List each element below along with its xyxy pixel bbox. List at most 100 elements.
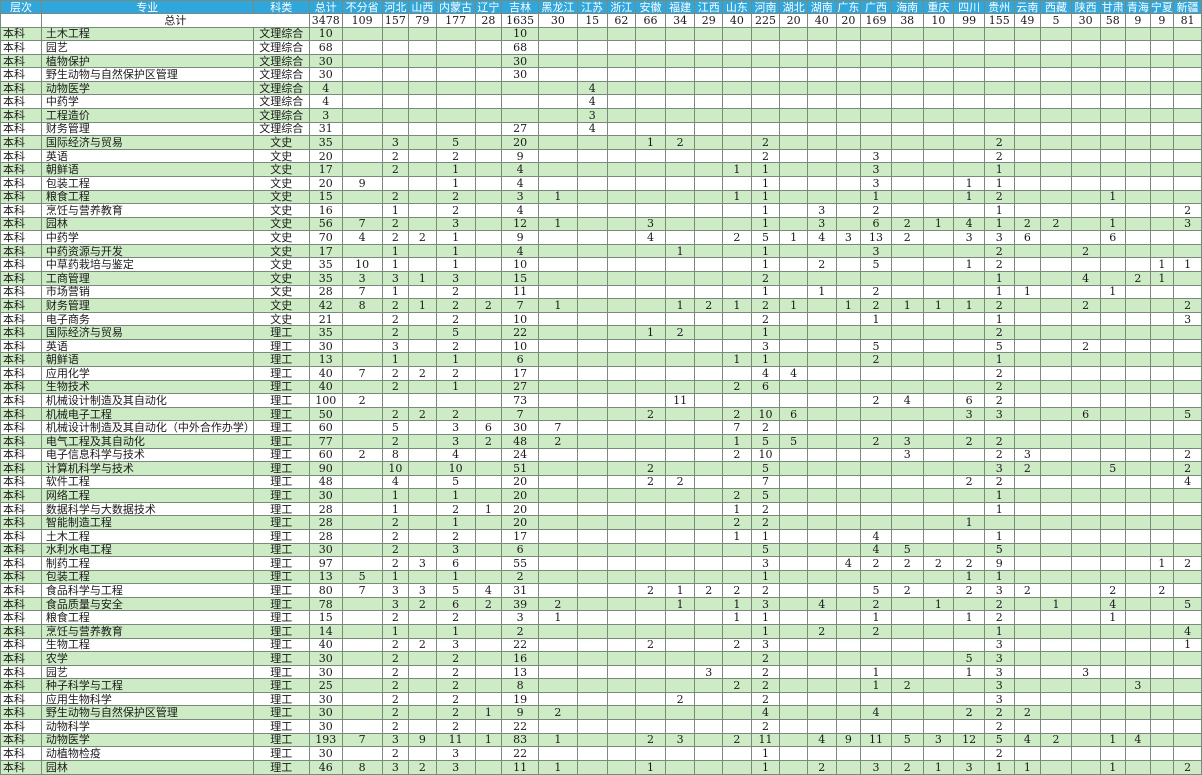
quota-cell: 15 — [308, 189, 343, 205]
category-cell: 文史 — [252, 230, 310, 245]
quota-cell — [860, 108, 892, 123]
quota-cell: 2 — [750, 311, 781, 327]
quota-cell: 6 — [501, 542, 539, 558]
quota-cell — [1013, 40, 1042, 55]
level-cell: 本科 — [0, 433, 42, 449]
quota-cell — [835, 542, 862, 558]
quota-cell — [890, 474, 924, 490]
quota-cell: 2 — [538, 705, 578, 721]
quota-cell: 3 — [860, 175, 892, 191]
quota-cell: 2 — [806, 624, 837, 639]
total-value-cell: 30 — [538, 13, 578, 28]
quota-cell — [1149, 325, 1175, 340]
quota-cell — [576, 53, 608, 69]
quota-cell — [806, 148, 837, 164]
quota-cell — [1149, 108, 1175, 123]
quota-cell: 2 — [750, 501, 781, 517]
quota-cell — [835, 515, 862, 530]
quota-cell — [779, 488, 808, 503]
quota-cell: 2 — [922, 556, 955, 571]
quota-cell: 2 — [953, 474, 985, 490]
quota-cell: 2 — [435, 610, 476, 626]
quota-cell — [1125, 379, 1151, 395]
quota-cell: 17 — [501, 528, 539, 544]
quota-cell — [1013, 515, 1042, 530]
quota-cell — [694, 148, 724, 164]
quota-cell — [474, 759, 503, 775]
quota-cell — [1149, 162, 1175, 177]
quota-cell: 3 — [983, 678, 1015, 693]
quota-cell — [1149, 189, 1175, 205]
quota-cell — [474, 474, 503, 490]
quota-cell: 20 — [501, 135, 539, 150]
quota-cell — [1099, 678, 1127, 693]
quota-cell — [1173, 40, 1202, 55]
quota-cell — [806, 556, 837, 571]
quota-cell — [694, 433, 724, 449]
quota-cell — [694, 108, 724, 123]
quota-cell — [1013, 135, 1042, 150]
quota-cell — [922, 108, 955, 123]
quota-cell — [922, 542, 955, 558]
quota-cell — [835, 379, 862, 395]
quota-cell: 1 — [1099, 759, 1127, 775]
quota-cell — [576, 474, 608, 490]
level-cell: 本科 — [0, 67, 42, 82]
quota-cell — [890, 624, 924, 639]
quota-cell — [538, 135, 578, 150]
quota-cell — [953, 488, 985, 503]
quota-cell — [779, 67, 808, 82]
quota-cell — [1013, 406, 1042, 422]
quota-cell — [538, 515, 578, 530]
quota-cell — [1125, 501, 1151, 517]
quota-cell: 10 — [341, 257, 383, 272]
level-cell: 本科 — [0, 746, 42, 761]
quota-cell — [474, 393, 503, 408]
quota-cell: 5 — [1173, 406, 1202, 422]
quota-cell — [576, 257, 608, 272]
quota-cell: 3 — [983, 461, 1015, 476]
quota-cell: 22 — [501, 325, 539, 340]
quota-cell: 5 — [435, 474, 476, 490]
category-cell: 文史 — [252, 175, 310, 191]
quota-cell: 3 — [835, 230, 862, 245]
quota-cell: 2 — [983, 379, 1015, 395]
quota-cell — [606, 447, 637, 463]
quota-cell — [1149, 135, 1175, 150]
quota-cell — [1149, 393, 1175, 408]
category-cell: 理工 — [252, 610, 310, 626]
quota-cell: 83 — [501, 732, 539, 748]
quota-cell — [341, 53, 383, 69]
quota-cell — [1070, 53, 1101, 69]
quota-cell — [664, 501, 696, 517]
quota-cell: 100 — [308, 393, 343, 408]
quota-cell — [1070, 366, 1101, 381]
quota-cell — [664, 379, 696, 395]
quota-cell — [922, 80, 955, 96]
quota-cell: 2 — [435, 691, 476, 707]
quota-cell — [806, 325, 837, 340]
quota-cell — [408, 664, 437, 680]
quota-cell — [806, 53, 837, 69]
quota-cell — [341, 420, 383, 435]
level-cell: 本科 — [0, 651, 42, 666]
quota-cell: 3 — [860, 148, 892, 164]
quota-cell — [635, 203, 666, 218]
quota-cell — [835, 257, 862, 272]
quota-cell — [806, 393, 837, 408]
quota-cell — [1125, 474, 1151, 490]
quota-cell — [1013, 542, 1042, 558]
quota-cell — [635, 542, 666, 558]
quota-cell — [474, 189, 503, 205]
quota-cell — [576, 610, 608, 626]
quota-cell — [1099, 569, 1127, 585]
quota-cell — [722, 542, 752, 558]
quota-cell — [1125, 461, 1151, 476]
quota-cell: 2 — [381, 637, 410, 653]
quota-cell: 4 — [308, 80, 343, 96]
quota-cell — [1125, 569, 1151, 585]
quota-cell — [408, 148, 437, 164]
quota-cell: 2 — [983, 705, 1015, 721]
quota-cell: 2 — [381, 664, 410, 680]
quota-cell: 2 — [953, 705, 985, 721]
